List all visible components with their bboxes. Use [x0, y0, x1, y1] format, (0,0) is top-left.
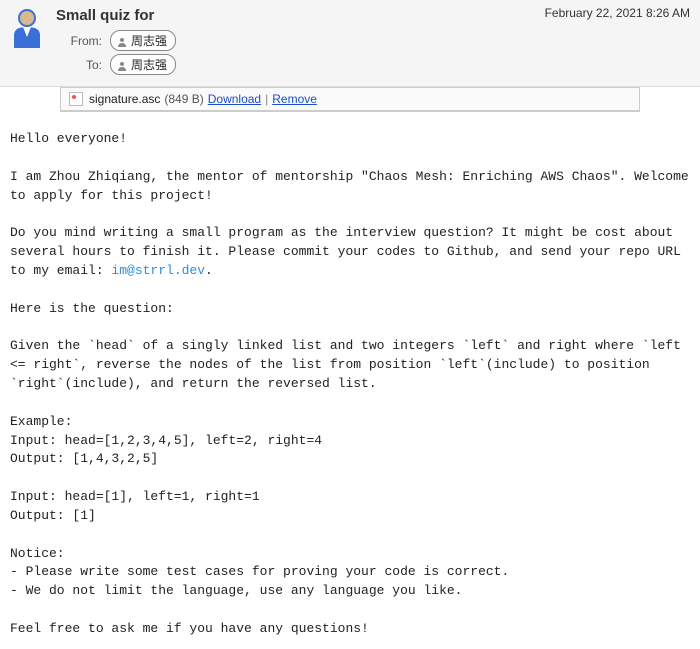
- from-name: 周志强: [131, 32, 167, 49]
- body-p8: Notice: - Please write some test cases f…: [10, 546, 509, 599]
- to-row: To: 周志强: [56, 54, 692, 75]
- body-p6: Example: Input: head=[1,2,3,4,5], left=2…: [10, 414, 322, 467]
- body-p9: Feel free to ask me if you have any ques…: [10, 621, 369, 636]
- to-name: 周志强: [131, 56, 167, 73]
- to-label: To:: [56, 58, 102, 72]
- body-p7: Input: head=[1], left=1, right=1 Output:…: [10, 489, 260, 523]
- body-p1: Hello everyone!: [10, 131, 127, 146]
- attachment-size: (849 B): [164, 92, 203, 106]
- email-link[interactable]: im@strrl.dev: [111, 263, 205, 278]
- from-row: From: 周志强: [56, 30, 692, 51]
- avatar: [8, 7, 46, 49]
- attachment-remove-link[interactable]: Remove: [272, 92, 317, 106]
- email-timestamp: February 22, 2021 8:26 AM: [545, 6, 690, 20]
- separator: |: [265, 92, 268, 106]
- attachment-row: signature.asc (849 B) Download | Remove: [61, 87, 639, 111]
- from-label: From:: [56, 34, 102, 48]
- body-p5: Given the `head` of a singly linked list…: [10, 338, 689, 391]
- body-p3b: .: [205, 263, 213, 278]
- person-icon: [117, 36, 127, 46]
- body-p4: Here is the question:: [10, 301, 174, 316]
- from-contact-pill[interactable]: 周志强: [110, 30, 176, 51]
- attachment-download-link[interactable]: Download: [208, 92, 261, 106]
- email-header: Small quiz for From: 周志强 To: 周志强 Februar…: [0, 0, 700, 87]
- person-icon: [117, 60, 127, 70]
- to-contact-pill[interactable]: 周志强: [110, 54, 176, 75]
- attachment-area: signature.asc (849 B) Download | Remove: [60, 87, 640, 112]
- email-body: Hello everyone! I am Zhou Zhiqiang, the …: [0, 116, 700, 649]
- attachment-file-icon: [69, 92, 83, 106]
- attachment-filename: signature.asc: [89, 92, 160, 106]
- body-p2: I am Zhou Zhiqiang, the mentor of mentor…: [10, 169, 697, 203]
